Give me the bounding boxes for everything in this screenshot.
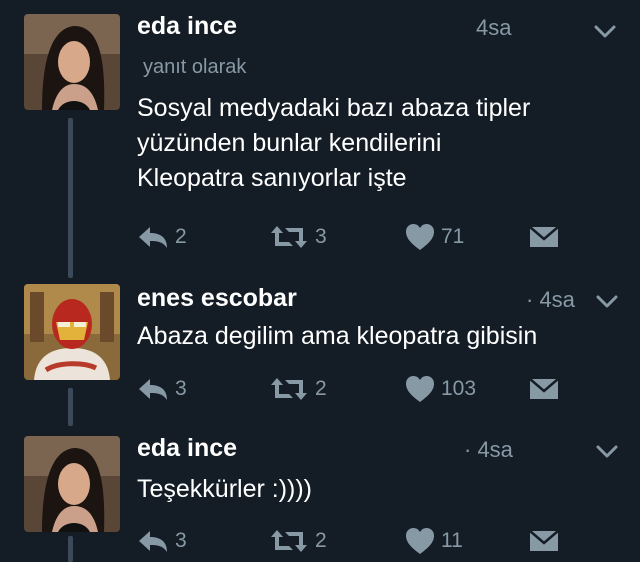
direct-message-button[interactable] xyxy=(529,374,559,404)
reply-count: 3 xyxy=(175,377,187,400)
heart-icon xyxy=(406,224,434,250)
avatar[interactable] xyxy=(24,436,120,532)
reply-icon xyxy=(139,531,167,552)
timestamp[interactable]: · 4sa xyxy=(526,287,575,313)
like-count: 103 xyxy=(441,377,477,400)
direct-message-button[interactable] xyxy=(529,526,559,556)
author-name[interactable]: eda ince xyxy=(137,434,237,463)
avatar[interactable] xyxy=(24,14,120,110)
retweet-count: 3 xyxy=(315,225,327,248)
chevron-down-icon[interactable] xyxy=(594,288,620,314)
like-button[interactable]: 103 xyxy=(405,374,476,404)
tweet[interactable]: eda ince 4sa yanıt olarak Sosyal medyada… xyxy=(0,0,640,270)
tweet-text: Sosyal medyadaki bazı abaza tipler yüzün… xyxy=(137,94,531,192)
reply-count: 3 xyxy=(175,529,187,552)
tweet[interactable]: enes escobar · 4sa Abaza degilim ama kle… xyxy=(0,270,640,420)
like-count: 71 xyxy=(441,225,465,248)
like-button[interactable]: 71 xyxy=(405,222,464,252)
chevron-down-icon[interactable] xyxy=(592,18,618,44)
direct-message-icon xyxy=(529,378,559,399)
retweet-icon xyxy=(271,530,307,552)
reply-context[interactable]: yanıt olarak xyxy=(143,56,246,79)
tweet-text: Teşekkürler :)))) xyxy=(137,475,313,503)
retweet-icon xyxy=(271,226,307,248)
like-button[interactable]: 11 xyxy=(405,526,463,556)
reply-button[interactable]: 2 xyxy=(137,222,187,252)
reply-icon xyxy=(139,379,167,400)
timestamp[interactable]: · 4sa xyxy=(464,437,513,463)
heart-icon xyxy=(406,528,434,554)
reply-button[interactable]: 3 xyxy=(137,374,187,404)
retweet-count: 2 xyxy=(315,529,327,552)
retweet-button[interactable]: 2 xyxy=(269,374,327,404)
direct-message-icon xyxy=(529,530,559,551)
tweet-actions: 2 3 71 xyxy=(137,222,577,252)
retweet-count: 2 xyxy=(315,377,327,400)
timestamp[interactable]: 4sa xyxy=(476,15,511,41)
avatar[interactable] xyxy=(24,284,120,380)
heart-icon xyxy=(406,376,434,402)
reply-count: 2 xyxy=(175,225,187,248)
tweet-actions: 3 2 103 xyxy=(137,374,577,404)
tweet-actions: 3 2 11 xyxy=(137,526,577,556)
author-name[interactable]: eda ince xyxy=(137,12,237,41)
direct-message-icon xyxy=(529,226,559,247)
retweet-button[interactable]: 2 xyxy=(269,526,327,556)
retweet-button[interactable]: 3 xyxy=(269,222,327,252)
author-name[interactable]: enes escobar xyxy=(137,284,297,313)
retweet-icon xyxy=(271,378,307,400)
like-count: 11 xyxy=(441,529,463,552)
chevron-down-icon[interactable] xyxy=(594,438,620,464)
direct-message-button[interactable] xyxy=(529,222,559,252)
reply-icon xyxy=(139,227,167,248)
tweet[interactable]: eda ince · 4sa Teşekkürler :)))) 3 2 11 xyxy=(0,420,640,562)
reply-button[interactable]: 3 xyxy=(137,526,187,556)
tweet-text: Abaza degilim ama kleopatra gibisin xyxy=(137,322,538,350)
